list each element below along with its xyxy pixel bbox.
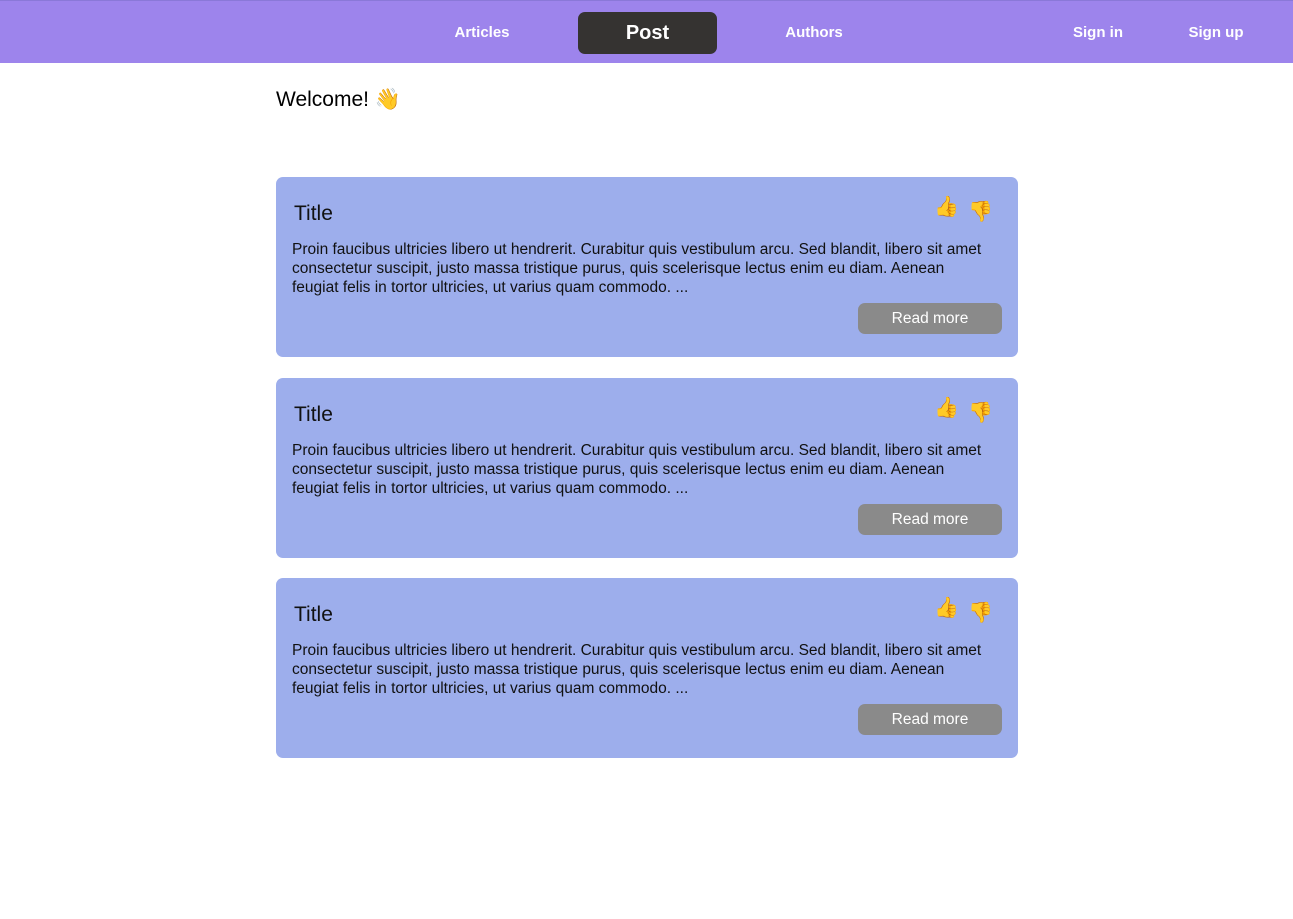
thumbs-up-icon[interactable]: 👍 bbox=[934, 396, 959, 420]
article-card: Title 👍 👎 Proin faucibus ultricies liber… bbox=[276, 177, 1018, 357]
welcome-heading: Welcome! 👋 bbox=[276, 88, 401, 112]
sign-in-link[interactable]: Sign in bbox=[1048, 1, 1148, 64]
card-title: Title bbox=[294, 202, 333, 225]
waving-hand-icon: 👋 bbox=[374, 88, 401, 111]
nav-post-tab[interactable]: Post bbox=[578, 12, 717, 54]
top-navbar: Articles Post Authors Sign in Sign up bbox=[0, 0, 1293, 63]
reaction-group: 👍 👎 bbox=[932, 394, 1002, 428]
read-more-button[interactable]: Read more bbox=[858, 504, 1002, 535]
nav-articles-link[interactable]: Articles bbox=[432, 1, 532, 64]
article-card: Title 👍 👎 Proin faucibus ultricies liber… bbox=[276, 378, 1018, 558]
read-more-button[interactable]: Read more bbox=[858, 704, 1002, 735]
card-excerpt: Proin faucibus ultricies libero ut hendr… bbox=[292, 442, 982, 497]
thumbs-up-icon[interactable]: 👍 bbox=[934, 596, 959, 620]
reaction-group: 👍 👎 bbox=[932, 193, 1002, 227]
reaction-group: 👍 👎 bbox=[932, 594, 1002, 628]
thumbs-down-icon[interactable]: 👎 bbox=[968, 401, 993, 425]
thumbs-down-icon[interactable]: 👎 bbox=[968, 200, 993, 224]
sign-up-link[interactable]: Sign up bbox=[1166, 1, 1266, 64]
welcome-text: Welcome! bbox=[276, 88, 369, 111]
card-title: Title bbox=[294, 403, 333, 426]
article-card: Title 👍 👎 Proin faucibus ultricies liber… bbox=[276, 578, 1018, 758]
read-more-button[interactable]: Read more bbox=[858, 303, 1002, 334]
nav-authors-link[interactable]: Authors bbox=[764, 1, 864, 64]
card-excerpt: Proin faucibus ultricies libero ut hendr… bbox=[292, 241, 982, 296]
thumbs-down-icon[interactable]: 👎 bbox=[968, 601, 993, 625]
card-excerpt: Proin faucibus ultricies libero ut hendr… bbox=[292, 642, 982, 697]
thumbs-up-icon[interactable]: 👍 bbox=[934, 195, 959, 219]
card-title: Title bbox=[294, 603, 333, 626]
